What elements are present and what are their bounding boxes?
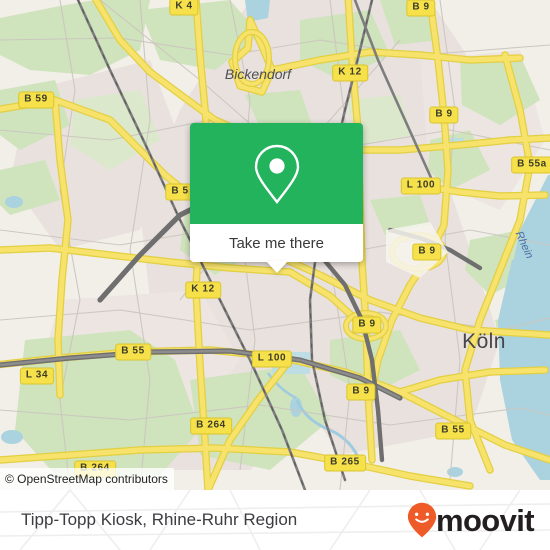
location-callout-card[interactable]: Take me there (190, 123, 363, 273)
osm-attribution[interactable]: © OpenStreetMap contributors (0, 468, 174, 490)
take-me-there-button[interactable]: Take me there (190, 224, 363, 262)
page-title: Tipp-Topp Kiosk, Rhine-Ruhr Region (21, 510, 298, 529)
footer-bar: Tipp-Topp Kiosk, Rhine-Ruhr Region moovi… (0, 490, 550, 550)
map-pin-icon (254, 144, 299, 204)
moovit-wordmark: moovit (435, 502, 535, 538)
callout-pointer (265, 261, 288, 273)
moovit-map-screenshot: Bickendorf Köln Rhein K 4 B 9 K 12 B 59 … (0, 0, 550, 550)
callout-header (190, 123, 363, 224)
map-viewport[interactable]: Bickendorf Köln Rhein K 4 B 9 K 12 B 59 … (0, 0, 550, 490)
moovit-pin-icon (407, 502, 437, 538)
moovit-logo[interactable]: moovit (407, 502, 535, 538)
